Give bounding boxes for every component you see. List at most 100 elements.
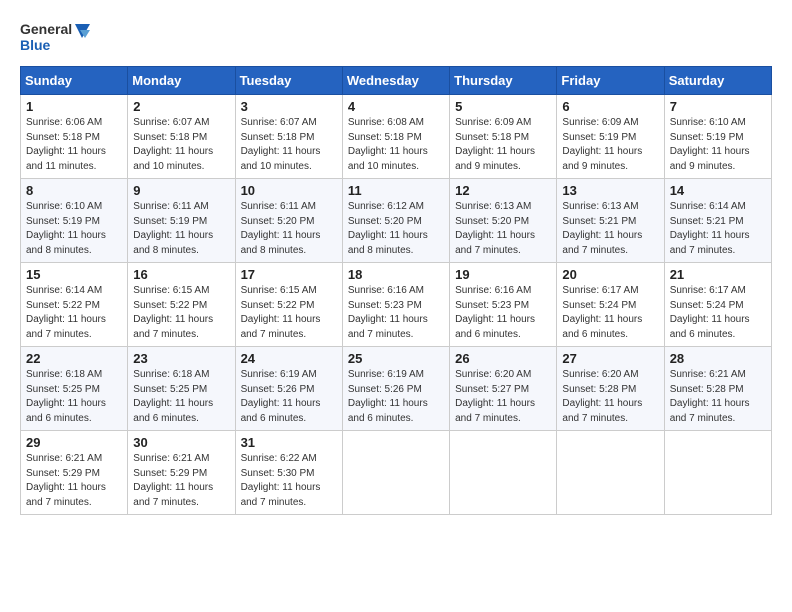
calendar-day-14: 14 Sunrise: 6:14 AM Sunset: 5:21 PM Dayli…	[664, 179, 771, 263]
day-info: Sunrise: 6:16 AM Sunset: 5:23 PM Dayligh…	[455, 284, 551, 342]
calendar-week-1: 1 Sunrise: 6:06 AM Sunset: 5:18 PM Daylig…	[21, 95, 772, 179]
day-header-sunday: Sunday	[21, 67, 128, 95]
day-info: Sunrise: 6:09 AM Sunset: 5:19 PM Dayligh…	[562, 116, 658, 174]
calendar-day-21: 21 Sunrise: 6:17 AM Sunset: 5:24 PM Dayli…	[664, 263, 771, 347]
day-number: 13	[562, 183, 658, 198]
header: General Blue	[20, 16, 772, 58]
calendar-day-12: 12 Sunrise: 6:13 AM Sunset: 5:20 PM Dayli…	[450, 179, 557, 263]
day-number: 6	[562, 99, 658, 114]
calendar-day-31: 31 Sunrise: 6:22 AM Sunset: 5:30 PM Dayli…	[235, 431, 342, 515]
day-info: Sunrise: 6:16 AM Sunset: 5:23 PM Dayligh…	[348, 284, 444, 342]
day-number: 28	[670, 351, 766, 366]
logo-icon: General Blue	[20, 16, 90, 58]
calendar-day-6: 6 Sunrise: 6:09 AM Sunset: 5:19 PM Daylig…	[557, 95, 664, 179]
day-number: 22	[26, 351, 122, 366]
day-number: 7	[670, 99, 766, 114]
empty-cell	[664, 431, 771, 515]
calendar-day-17: 17Sunrise: 6:15 AM Sunset: 5:22 PM Dayli…	[235, 263, 342, 347]
calendar-day-10: 10Sunrise: 6:11 AM Sunset: 5:20 PM Dayli…	[235, 179, 342, 263]
calendar-header-row: SundayMondayTuesdayWednesdayThursdayFrid…	[21, 67, 772, 95]
calendar-day-7: 7 Sunrise: 6:10 AM Sunset: 5:19 PM Daylig…	[664, 95, 771, 179]
day-number: 3	[241, 99, 337, 114]
day-number: 1	[26, 99, 122, 114]
svg-text:Blue: Blue	[20, 37, 51, 53]
calendar-day-13: 13 Sunrise: 6:13 AM Sunset: 5:21 PM Dayli…	[557, 179, 664, 263]
calendar-day-23: 23 Sunrise: 6:18 AM Sunset: 5:25 PM Dayli…	[128, 347, 235, 431]
day-number: 10	[241, 183, 337, 198]
day-info: Sunrise: 6:15 AM Sunset: 5:22 PM Dayligh…	[133, 284, 229, 342]
calendar-day-20: 20 Sunrise: 6:17 AM Sunset: 5:24 PM Dayli…	[557, 263, 664, 347]
svg-text:General: General	[20, 21, 72, 37]
day-info: Sunrise: 6:08 AM Sunset: 5:18 PM Dayligh…	[348, 116, 444, 174]
day-info: Sunrise: 6:18 AM Sunset: 5:25 PM Dayligh…	[26, 368, 122, 426]
logo: General Blue	[20, 16, 90, 58]
calendar-day-5: 5Sunrise: 6:09 AM Sunset: 5:18 PM Daylig…	[450, 95, 557, 179]
day-info: Sunrise: 6:21 AM Sunset: 5:29 PM Dayligh…	[26, 452, 122, 510]
day-info: Sunrise: 6:13 AM Sunset: 5:20 PM Dayligh…	[455, 200, 551, 258]
day-number: 25	[348, 351, 444, 366]
calendar-day-18: 18 Sunrise: 6:16 AM Sunset: 5:23 PM Dayli…	[342, 263, 449, 347]
day-number: 12	[455, 183, 551, 198]
day-number: 19	[455, 267, 551, 282]
day-number: 23	[133, 351, 229, 366]
day-number: 17	[241, 267, 337, 282]
day-number: 29	[26, 435, 122, 450]
calendar-week-5: 29 Sunrise: 6:21 AM Sunset: 5:29 PM Dayli…	[21, 431, 772, 515]
day-number: 14	[670, 183, 766, 198]
calendar-day-8: 8 Sunrise: 6:10 AM Sunset: 5:19 PM Daylig…	[21, 179, 128, 263]
day-header-friday: Friday	[557, 67, 664, 95]
day-number: 8	[26, 183, 122, 198]
day-info: Sunrise: 6:14 AM Sunset: 5:22 PM Dayligh…	[26, 284, 122, 342]
calendar-day-28: 28 Sunrise: 6:21 AM Sunset: 5:28 PM Dayli…	[664, 347, 771, 431]
calendar-day-16: 16Sunrise: 6:15 AM Sunset: 5:22 PM Dayli…	[128, 263, 235, 347]
day-info: Sunrise: 6:20 AM Sunset: 5:27 PM Dayligh…	[455, 368, 551, 426]
day-number: 11	[348, 183, 444, 198]
day-header-tuesday: Tuesday	[235, 67, 342, 95]
calendar-week-3: 15 Sunrise: 6:14 AM Sunset: 5:22 PM Dayli…	[21, 263, 772, 347]
day-info: Sunrise: 6:22 AM Sunset: 5:30 PM Dayligh…	[241, 452, 337, 510]
calendar-day-24: 24Sunrise: 6:19 AM Sunset: 5:26 PM Dayli…	[235, 347, 342, 431]
calendar-day-3: 3Sunrise: 6:07 AM Sunset: 5:18 PM Daylig…	[235, 95, 342, 179]
day-header-monday: Monday	[128, 67, 235, 95]
day-info: Sunrise: 6:10 AM Sunset: 5:19 PM Dayligh…	[670, 116, 766, 174]
day-info: Sunrise: 6:21 AM Sunset: 5:29 PM Dayligh…	[133, 452, 229, 510]
empty-cell	[557, 431, 664, 515]
page: General Blue SundayMondayTuesdayWednesda…	[0, 0, 792, 525]
day-header-thursday: Thursday	[450, 67, 557, 95]
day-info: Sunrise: 6:20 AM Sunset: 5:28 PM Dayligh…	[562, 368, 658, 426]
day-info: Sunrise: 6:13 AM Sunset: 5:21 PM Dayligh…	[562, 200, 658, 258]
calendar-day-22: 22 Sunrise: 6:18 AM Sunset: 5:25 PM Dayli…	[21, 347, 128, 431]
calendar-week-2: 8 Sunrise: 6:10 AM Sunset: 5:19 PM Daylig…	[21, 179, 772, 263]
day-header-wednesday: Wednesday	[342, 67, 449, 95]
calendar-day-26: 26Sunrise: 6:20 AM Sunset: 5:27 PM Dayli…	[450, 347, 557, 431]
day-info: Sunrise: 6:09 AM Sunset: 5:18 PM Dayligh…	[455, 116, 551, 174]
day-info: Sunrise: 6:17 AM Sunset: 5:24 PM Dayligh…	[670, 284, 766, 342]
calendar-day-2: 2Sunrise: 6:07 AM Sunset: 5:18 PM Daylig…	[128, 95, 235, 179]
day-number: 20	[562, 267, 658, 282]
day-info: Sunrise: 6:06 AM Sunset: 5:18 PM Dayligh…	[26, 116, 122, 174]
calendar-week-4: 22 Sunrise: 6:18 AM Sunset: 5:25 PM Dayli…	[21, 347, 772, 431]
day-number: 2	[133, 99, 229, 114]
calendar-day-30: 30 Sunrise: 6:21 AM Sunset: 5:29 PM Dayli…	[128, 431, 235, 515]
day-info: Sunrise: 6:14 AM Sunset: 5:21 PM Dayligh…	[670, 200, 766, 258]
day-info: Sunrise: 6:17 AM Sunset: 5:24 PM Dayligh…	[562, 284, 658, 342]
calendar-day-4: 4 Sunrise: 6:08 AM Sunset: 5:18 PM Daylig…	[342, 95, 449, 179]
day-header-saturday: Saturday	[664, 67, 771, 95]
calendar-day-11: 11 Sunrise: 6:12 AM Sunset: 5:20 PM Dayli…	[342, 179, 449, 263]
day-info: Sunrise: 6:10 AM Sunset: 5:19 PM Dayligh…	[26, 200, 122, 258]
day-info: Sunrise: 6:21 AM Sunset: 5:28 PM Dayligh…	[670, 368, 766, 426]
day-number: 4	[348, 99, 444, 114]
day-info: Sunrise: 6:12 AM Sunset: 5:20 PM Dayligh…	[348, 200, 444, 258]
day-number: 15	[26, 267, 122, 282]
day-number: 18	[348, 267, 444, 282]
day-number: 30	[133, 435, 229, 450]
day-number: 21	[670, 267, 766, 282]
empty-cell	[342, 431, 449, 515]
day-number: 27	[562, 351, 658, 366]
calendar-body: 1 Sunrise: 6:06 AM Sunset: 5:18 PM Daylig…	[21, 95, 772, 515]
day-info: Sunrise: 6:19 AM Sunset: 5:26 PM Dayligh…	[348, 368, 444, 426]
calendar-day-15: 15 Sunrise: 6:14 AM Sunset: 5:22 PM Dayli…	[21, 263, 128, 347]
day-info: Sunrise: 6:18 AM Sunset: 5:25 PM Dayligh…	[133, 368, 229, 426]
day-info: Sunrise: 6:11 AM Sunset: 5:19 PM Dayligh…	[133, 200, 229, 258]
day-number: 31	[241, 435, 337, 450]
